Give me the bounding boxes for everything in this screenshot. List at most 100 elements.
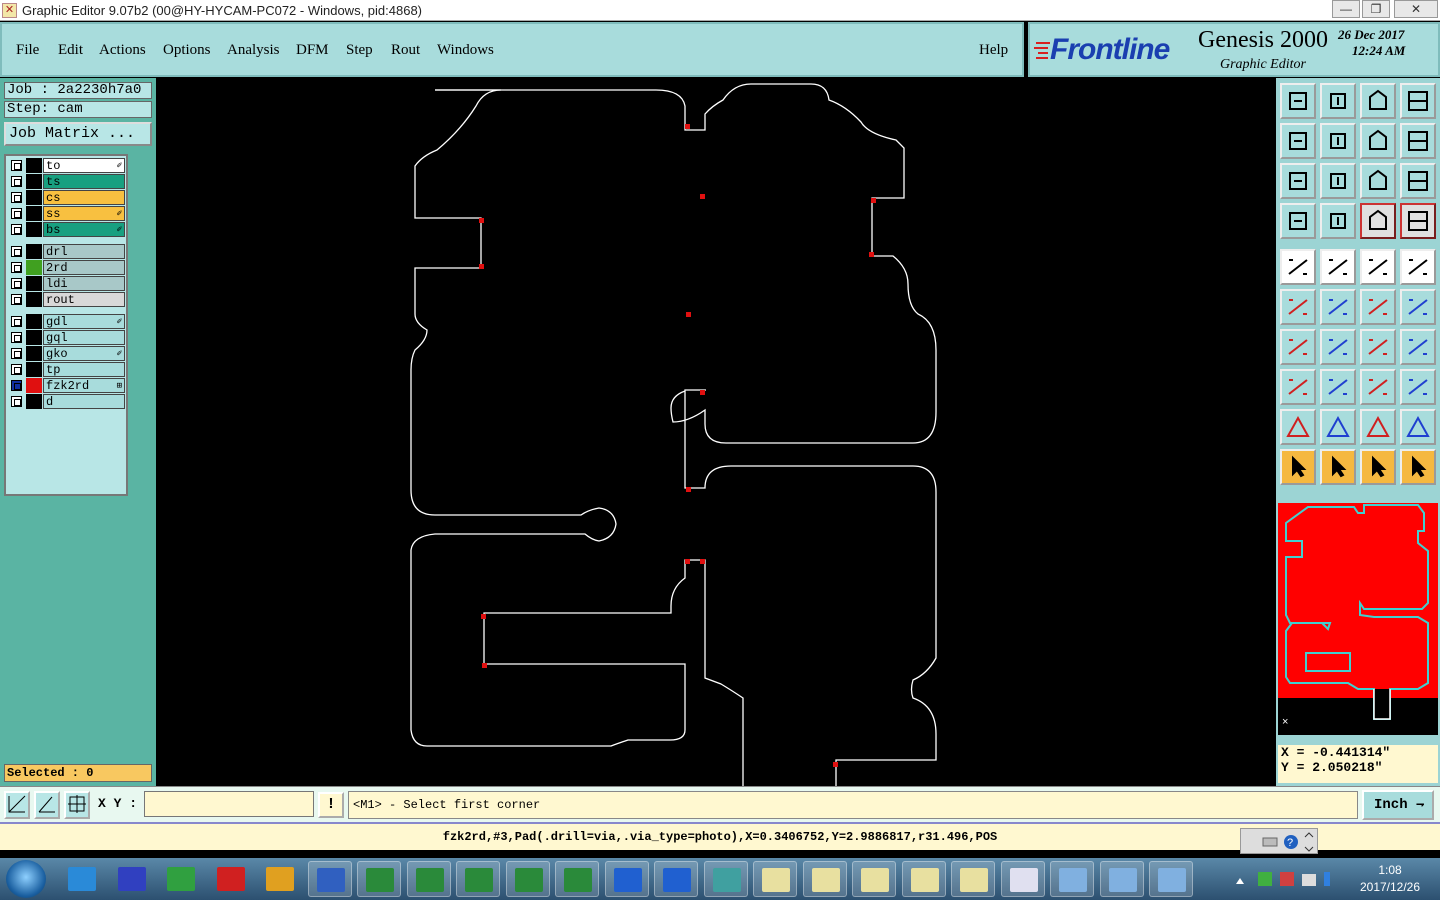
snap-button[interactable] [1320, 289, 1356, 325]
select-box-button[interactable] [1320, 449, 1356, 485]
layer-row-d[interactable]: d [8, 394, 126, 409]
taskbar-app[interactable] [307, 861, 352, 897]
taskbar-app[interactable] [406, 861, 451, 897]
taskbar-app[interactable] [110, 861, 154, 897]
exclamation-button[interactable]: ! [318, 792, 344, 818]
layer-color-swatch[interactable] [26, 222, 42, 237]
graphic-canvas[interactable] [156, 78, 1276, 786]
pad-button[interactable] [1280, 249, 1316, 285]
layer-checkbox[interactable] [11, 208, 22, 219]
layer-row-gql[interactable]: gql [8, 330, 126, 345]
layer-name[interactable]: to ✐ [43, 158, 125, 173]
start-button[interactable] [6, 860, 46, 898]
menu-actions[interactable]: Actions [99, 42, 146, 59]
taskbar-app[interactable] [951, 861, 995, 897]
copy-button[interactable] [1400, 369, 1436, 405]
select-path-button[interactable] [1400, 449, 1436, 485]
line-angle-button[interactable] [1280, 329, 1316, 365]
dot-button[interactable] [1400, 249, 1436, 285]
menu-file[interactable]: File [16, 42, 39, 59]
menu-dfm[interactable]: DFM [296, 42, 329, 59]
arc-button[interactable] [1360, 329, 1396, 365]
layer-row-ss[interactable]: ss ✐ [8, 206, 126, 221]
layer-name[interactable]: bs ✐ [43, 222, 125, 237]
scale-button[interactable] [1360, 163, 1396, 199]
pan-button[interactable] [1320, 163, 1356, 199]
zoom-box-button[interactable] [1280, 163, 1316, 199]
layer-checkbox[interactable] [11, 192, 22, 203]
layer-checkbox[interactable] [11, 176, 22, 187]
layer-color-swatch[interactable] [26, 158, 42, 173]
taskbar-app[interactable] [209, 861, 253, 897]
layer-checkbox[interactable] [11, 396, 22, 407]
layer-name[interactable]: rout [43, 292, 125, 307]
layer-checkbox[interactable] [11, 332, 22, 343]
layer-name[interactable]: ss ✐ [43, 206, 125, 221]
taskbar-app[interactable] [555, 861, 599, 897]
open-button[interactable] [1280, 83, 1316, 119]
taskbar-app[interactable] [802, 861, 847, 897]
layer-color-swatch[interactable] [26, 394, 42, 409]
menu-windows[interactable]: Windows [437, 42, 494, 59]
layer-checkbox[interactable] [11, 246, 22, 257]
layer-name[interactable]: ldi [43, 276, 125, 291]
board-outline-drawing[interactable] [156, 78, 1276, 786]
maximize-button[interactable]: ❐ [1362, 0, 1390, 18]
layer-color-swatch[interactable] [26, 330, 42, 345]
layer-color-swatch[interactable] [26, 244, 42, 259]
save-button[interactable] [1320, 83, 1356, 119]
layer-row-ldi[interactable]: ldi [8, 276, 126, 291]
move-button[interactable] [1280, 369, 1316, 405]
minimize-button[interactable]: — [1332, 0, 1360, 18]
menu-help[interactable]: Help [979, 42, 1008, 59]
taskbar-app[interactable] [1099, 861, 1144, 897]
layer-row-bs[interactable]: bs ✐ [8, 222, 126, 237]
taskbar-app[interactable] [753, 861, 797, 897]
layer-checkbox[interactable] [11, 294, 22, 305]
layer-row-cs[interactable]: cs [8, 190, 126, 205]
layer-color-swatch[interactable] [26, 378, 42, 393]
layer-color-swatch[interactable] [26, 190, 42, 205]
layer-checkbox[interactable] [11, 160, 22, 171]
close-button[interactable]: ✕ [1394, 0, 1438, 18]
layer-red-button[interactable] [1360, 203, 1396, 239]
layer-color-swatch[interactable] [26, 276, 42, 291]
taskbar-app[interactable] [456, 861, 500, 897]
zoom-in-button[interactable] [1280, 123, 1316, 159]
triangle-flag-button[interactable] [1400, 409, 1436, 445]
connect-button[interactable] [1280, 289, 1316, 325]
layer-checkbox[interactable] [11, 380, 22, 391]
clock[interactable]: 1:08 2017/12/26 [1350, 862, 1430, 896]
layer-checkbox[interactable] [11, 262, 22, 273]
layer-row-drl[interactable]: drl [8, 244, 126, 259]
select-button[interactable] [1280, 449, 1316, 485]
taskbar-app[interactable] [1149, 861, 1193, 897]
layer-color-swatch[interactable] [26, 206, 42, 221]
layer-checkbox[interactable] [11, 364, 22, 375]
tray-icons[interactable] [1230, 858, 1330, 900]
triangle-button[interactable] [1280, 409, 1316, 445]
triangle-up-button[interactable] [1360, 409, 1396, 445]
taskbar-app[interactable] [901, 861, 946, 897]
step-button[interactable] [1400, 123, 1436, 159]
taskbar-app[interactable] [654, 861, 698, 897]
layer-checkbox[interactable] [11, 278, 22, 289]
layer-blue-button[interactable] [1400, 203, 1436, 239]
layer-color-swatch[interactable] [26, 314, 42, 329]
layer-row-to[interactable]: to ✐ [8, 158, 126, 173]
line-diag-button[interactable] [1320, 329, 1356, 365]
layer-name[interactable]: tp [43, 362, 125, 377]
unit-selector[interactable]: Inch ⇁ [1362, 790, 1434, 820]
taskbar-app[interactable] [604, 861, 649, 897]
menu-options[interactable]: Options [163, 42, 211, 59]
dimension-button[interactable] [1360, 369, 1396, 405]
taskbar-app[interactable] [703, 861, 748, 897]
layer-row-ts[interactable]: ts [8, 174, 126, 189]
layer-row-2rd[interactable]: 2rd [8, 260, 126, 275]
layer-color-swatch[interactable] [26, 174, 42, 189]
layer-name[interactable]: gko ✐ [43, 346, 125, 361]
split-button[interactable] [1400, 329, 1436, 365]
layer-name[interactable]: drl [43, 244, 125, 259]
layer-name[interactable]: gql [43, 330, 125, 345]
grid-button[interactable] [1320, 203, 1356, 239]
